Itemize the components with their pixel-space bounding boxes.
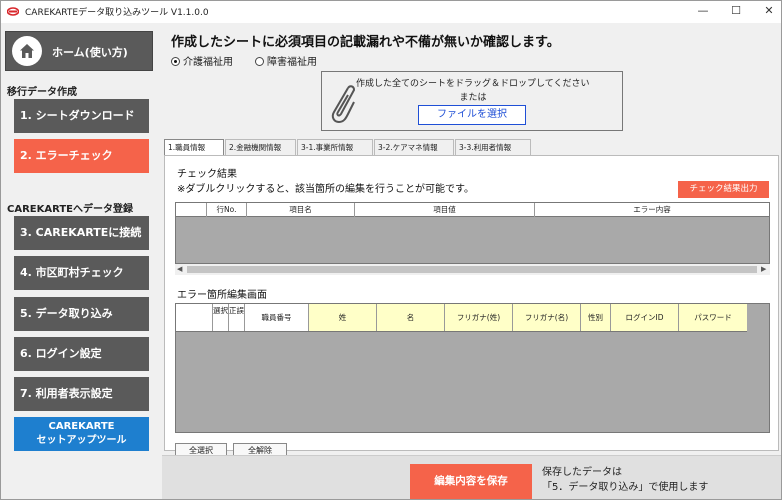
horizontal-scrollbar[interactable]: ◀ ▶ <box>175 264 770 275</box>
paperclip-icon <box>331 85 356 124</box>
export-results-button[interactable]: チェック結果出力 <box>678 181 769 198</box>
sheet-tabs: 1.職員情報 2.金融機関情報 3-1.事業所情報 3-2.ケアマネ情報 3-3… <box>164 139 781 155</box>
column-gender[interactable]: 性別 <box>580 304 610 331</box>
setup-tool-button[interactable]: CAREKARTE セットアップツール <box>14 417 149 451</box>
column-select[interactable]: 選択 <box>212 304 228 331</box>
column-kana-last[interactable]: フリガナ(姓) <box>444 304 512 331</box>
sidebar-item-user-display-settings[interactable]: 7. 利用者表示設定 <box>14 377 149 411</box>
bottom-bar: 編集内容を保存 保存したデータは 「5．データ取り込み」で使用します <box>162 455 781 499</box>
sidebar-item-municipality-check[interactable]: 4. 市区町村チェック <box>14 256 149 290</box>
tab-user-info[interactable]: 3-3.利用者情報 <box>455 139 531 155</box>
sidebar: ホーム(使い方) 移行データ作成 1. シートダウンロード 2. エラーチェック… <box>1 23 161 499</box>
radio-disability-indicator <box>255 57 264 66</box>
drop-or: または <box>459 93 487 103</box>
save-note-line2: 「5．データ取り込み」で使用します <box>542 482 709 493</box>
section-register-title: CAREKARTEへデータ登録 <box>7 204 134 215</box>
column-kana-first[interactable]: フリガナ(名) <box>512 304 580 331</box>
error-edit-header: 選択 正誤 職員番号 姓 名 フリガナ(姓) フリガナ(名) 性別 ログインID… <box>176 304 747 332</box>
main-content: 作成したシートに必須項目の記載漏れや不備が無いか確認します。 介護福祉用 障害福… <box>162 23 781 499</box>
window-title: CAREKARTEデータ取り込みツール V1.1.0.0 <box>25 8 209 18</box>
error-edit-table[interactable]: 選択 正誤 職員番号 姓 名 フリガナ(姓) フリガナ(名) 性別 ログインID… <box>175 303 770 433</box>
scroll-left-icon[interactable]: ◀ <box>177 264 182 275</box>
setup-tool-line2: セットアップツール <box>36 435 127 446</box>
home-label: ホーム(使い方) <box>52 46 128 59</box>
setup-tool-line1: CAREKARTE <box>48 421 115 432</box>
tab-staff-info[interactable]: 1.職員情報 <box>164 139 224 155</box>
tab-bank-info[interactable]: 2.金融機関情報 <box>225 139 296 155</box>
column-staff-number[interactable]: 職員番号 <box>244 304 308 331</box>
row-header-cell <box>176 304 212 331</box>
column-item-value[interactable]: 項目値 <box>354 203 534 217</box>
column-last-name[interactable]: 姓 <box>308 304 376 331</box>
radio-care[interactable]: 介護福祉用 <box>171 53 233 68</box>
title-bar: CAREKARTEデータ取り込みツール V1.1.0.0 — ☐ ✕ <box>1 1 781 23</box>
sidebar-item-data-import[interactable]: 5. データ取り込み <box>14 297 149 331</box>
tab-office-info[interactable]: 3-1.事業所情報 <box>297 139 373 155</box>
column-password[interactable]: パスワード <box>678 304 747 331</box>
check-result-label: チェック結果 <box>177 169 237 180</box>
radio-disability-label: 障害福祉用 <box>267 57 317 68</box>
file-drop-zone[interactable]: 作成した全てのシートをドラッグ＆ドロップしてください または ファイルを選択 <box>321 71 623 131</box>
drop-instruction: 作成した全てのシートをドラッグ＆ドロップしてください <box>356 79 590 89</box>
tab-panel: チェック結果 ※ダブルクリックすると、該当箇所の編集を行うことが可能です。 チェ… <box>164 155 779 458</box>
edit-area-label: エラー箇所編集画面 <box>177 290 267 301</box>
sidebar-item-login-settings[interactable]: 6. ログイン設定 <box>14 337 149 371</box>
sidebar-item-sheet-download[interactable]: 1. シートダウンロード <box>14 99 149 133</box>
row-header-cell <box>176 203 206 217</box>
column-row-no[interactable]: 行No. <box>206 203 246 217</box>
tab-caremanager-info[interactable]: 3-2.ケアマネ情報 <box>374 139 454 155</box>
home-icon <box>20 44 34 58</box>
column-login-id[interactable]: ログインID <box>610 304 678 331</box>
radio-disability[interactable]: 障害福祉用 <box>255 53 317 68</box>
page-title: 作成したシートに必須項目の記載漏れや不備が無いか確認します。 <box>171 35 560 50</box>
home-icon-circle <box>12 36 42 66</box>
column-first-name[interactable]: 名 <box>376 304 444 331</box>
home-button[interactable]: ホーム(使い方) <box>5 31 153 71</box>
scroll-right-icon[interactable]: ▶ <box>761 264 766 275</box>
scroll-thumb[interactable] <box>187 266 757 273</box>
app-window: CAREKARTEデータ取り込みツール V1.1.0.0 — ☐ ✕ ホーム(使… <box>0 0 782 500</box>
check-result-table[interactable]: 行No. 項目名 項目値 エラー内容 <box>175 202 770 264</box>
section-migration-title: 移行データ作成 <box>7 87 77 98</box>
column-correct[interactable]: 正誤 <box>228 304 244 331</box>
check-result-note: ※ダブルクリックすると、該当箇所の編集を行うことが可能です。 <box>177 184 474 195</box>
save-note-line1: 保存したデータは <box>542 467 622 478</box>
check-result-header: 行No. 項目名 項目値 エラー内容 <box>176 203 769 217</box>
radio-care-indicator <box>171 57 180 66</box>
column-item-name[interactable]: 項目名 <box>246 203 354 217</box>
save-edits-button[interactable]: 編集内容を保存 <box>410 464 532 499</box>
radio-care-label: 介護福祉用 <box>183 57 233 68</box>
sidebar-item-connect[interactable]: 3. CAREKARTEに接続 <box>14 216 149 250</box>
sidebar-item-error-check[interactable]: 2. エラーチェック <box>14 139 149 173</box>
column-error-content[interactable]: エラー内容 <box>534 203 769 217</box>
select-file-button[interactable]: ファイルを選択 <box>418 105 526 125</box>
close-button[interactable]: ✕ <box>749 1 781 23</box>
app-logo-icon <box>7 7 19 16</box>
